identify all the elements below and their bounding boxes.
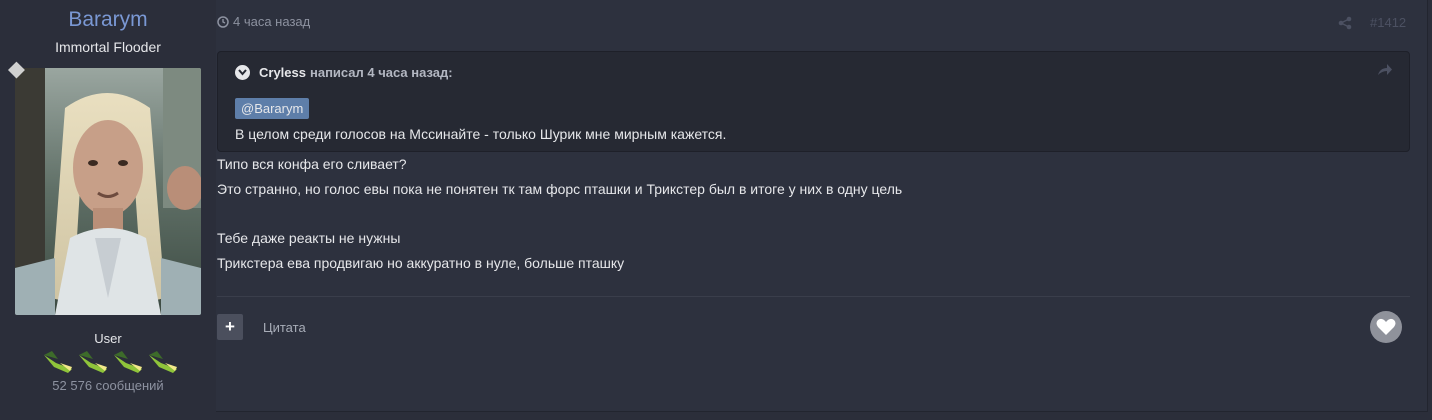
quote-collapse-icon[interactable] [235, 64, 250, 80]
clock-icon [217, 15, 229, 28]
post-number[interactable]: #1412 [1370, 15, 1406, 30]
rank-pip-icon [44, 351, 72, 373]
author-panel: Bararym Immortal Flooder User 52 576 соо… [0, 0, 216, 412]
post-timestamp[interactable]: 4 часа назад [217, 14, 310, 29]
jump-arrow-icon[interactable] [1377, 63, 1393, 77]
quote-text: В целом среди голосов на Мссинайте - тол… [235, 126, 727, 142]
author-group: User [94, 331, 122, 346]
multiquote-button[interactable]: + [217, 314, 243, 340]
rank-pip-icon [79, 351, 107, 373]
author-post-count: 52 576 сообщений [52, 378, 164, 393]
avatar[interactable] [15, 68, 201, 315]
rank-pip-icon [114, 351, 142, 373]
quote-block: Cryless написал 4 часа назад: @Bararym В… [217, 51, 1410, 152]
footer-divider [217, 296, 1410, 297]
plus-icon: + [225, 317, 235, 336]
author-name[interactable]: Bararym [0, 8, 216, 32]
forum-post: Bararym Immortal Flooder User 52 576 соо… [0, 0, 1428, 412]
cite-button[interactable]: Цитата [263, 320, 306, 335]
rank-pips [42, 349, 182, 375]
quote-author[interactable]: Cryless [259, 65, 306, 80]
post-line: Это странно, но голос евы пока не поняте… [217, 181, 903, 197]
heart-icon [1376, 318, 1396, 335]
post-line: Типо вся конфа его сливает? [217, 156, 407, 172]
quote-mention[interactable]: @Bararym [235, 98, 310, 119]
quote-header[interactable]: Cryless написал 4 часа назад: [218, 52, 1409, 92]
avatar-image [15, 68, 201, 315]
quote-meta: написал 4 часа назад: [309, 64, 453, 80]
post-line: Трикстера ева продвигаю но аккуратно в н… [217, 255, 625, 271]
post-time-text: 4 часа назад [233, 14, 311, 29]
rank-pip-icon [149, 351, 177, 373]
like-button[interactable] [1370, 311, 1402, 343]
author-title: Immortal Flooder [55, 39, 161, 55]
post-line: Тебе даже реакты не нужны [217, 230, 401, 246]
share-icon[interactable] [1338, 16, 1352, 30]
